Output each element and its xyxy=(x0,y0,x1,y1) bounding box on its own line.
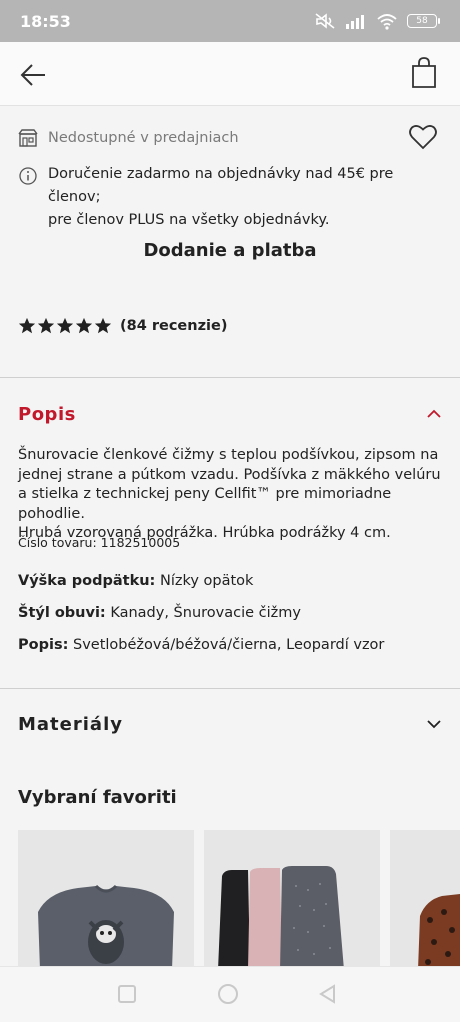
status-time: 18:53 xyxy=(20,11,71,31)
delivery-info: Doručenie zadarmo na objednávky nad 45€ … xyxy=(18,164,446,232)
product-image xyxy=(204,830,380,970)
attribute-label: Popis: xyxy=(18,637,69,653)
rating-stars xyxy=(18,317,112,335)
attribute-value: Kanady, Šnurovacie čižmy xyxy=(110,605,301,621)
materials-title: Materiály xyxy=(18,713,123,735)
product-image xyxy=(390,830,460,970)
description-line: jednej strane a pútkom vzadu. Podšívka z… xyxy=(18,466,441,483)
star-icon xyxy=(37,317,55,334)
chevron-down-icon xyxy=(427,720,441,729)
description-line: Šnurovacie členkové čižmy s teplou podší… xyxy=(18,447,439,463)
description-text: Šnurovacie členkové čižmy s teplou podší… xyxy=(18,446,446,544)
review-count: (84 recenzie) xyxy=(120,318,228,334)
product-card-sweatshirt[interactable] xyxy=(18,830,194,970)
top-nav xyxy=(0,42,460,106)
store-availability-label: Nedostupné v predajniach xyxy=(48,130,239,146)
materials-accordion-header[interactable]: Materiály xyxy=(18,710,442,738)
system-nav-bar xyxy=(0,966,460,1022)
store-availability: Nedostupné v predajniach xyxy=(18,120,442,156)
attribute-value: Nízky opätok xyxy=(159,573,254,589)
star-icon xyxy=(75,317,93,334)
shopping-bag-icon[interactable] xyxy=(410,56,438,90)
mute-icon xyxy=(315,13,335,29)
delivery-info-line2: pre členov PLUS na všetky objednávky. xyxy=(48,212,330,228)
attribute-description: Popis: Svetlobéžová/béžová/čierna, Leopa… xyxy=(18,637,450,653)
star-icon xyxy=(18,317,36,334)
description-accordion-header[interactable]: Popis xyxy=(18,400,442,428)
attribute-value: Svetlobéžová/béžová/čierna, Leopardí vzo… xyxy=(72,637,385,653)
delivery-info-line1: Doručenie zadarmo na objednávky nad 45€ … xyxy=(48,166,394,205)
attribute-label: Štýl obuvi: xyxy=(18,605,106,621)
article-number: Číslo tovaru: 1182510005 xyxy=(18,535,181,550)
divider xyxy=(0,377,460,378)
delivery-info-text: Doručenie zadarmo na objednávky nad 45€ … xyxy=(48,163,446,232)
home-icon[interactable] xyxy=(218,984,238,1004)
attribute-shoe-style: Štýl obuvi: Kanady, Šnurovacie čižmy xyxy=(18,605,450,621)
battery-icon: 58 xyxy=(407,14,440,28)
battery-level: 58 xyxy=(407,14,437,28)
signal-icon xyxy=(346,15,364,29)
star-icon xyxy=(94,317,112,334)
attribute-heel-height: Výška podpätku: Nízky opätok xyxy=(18,573,450,589)
rating-summary[interactable]: (84 recenzie) xyxy=(18,317,227,335)
description-line: a stielka z technickej peny Cellfit™ pre… xyxy=(18,486,392,522)
heart-icon[interactable] xyxy=(408,122,438,152)
chevron-up-icon xyxy=(427,409,441,418)
product-card-leopard[interactable] xyxy=(390,830,460,970)
description-title: Popis xyxy=(18,403,76,425)
recent-apps-icon[interactable] xyxy=(118,985,136,1003)
favorites-title: Vybraní favoriti xyxy=(18,787,177,808)
status-bar: 18:53 58 xyxy=(0,0,460,42)
product-image xyxy=(18,830,194,970)
wifi-icon xyxy=(377,14,397,30)
store-icon xyxy=(18,129,38,147)
star-icon xyxy=(56,317,74,334)
product-card-leggings[interactable] xyxy=(204,830,380,970)
back-triangle-icon[interactable] xyxy=(318,984,338,1004)
arrow-left-icon[interactable] xyxy=(18,60,48,90)
divider xyxy=(0,688,460,689)
status-icons: 58 xyxy=(314,12,440,30)
attribute-label: Výška podpätku: xyxy=(18,573,156,589)
shipping-payment-button[interactable]: Dodanie a platba xyxy=(0,240,460,261)
info-icon xyxy=(19,167,37,185)
